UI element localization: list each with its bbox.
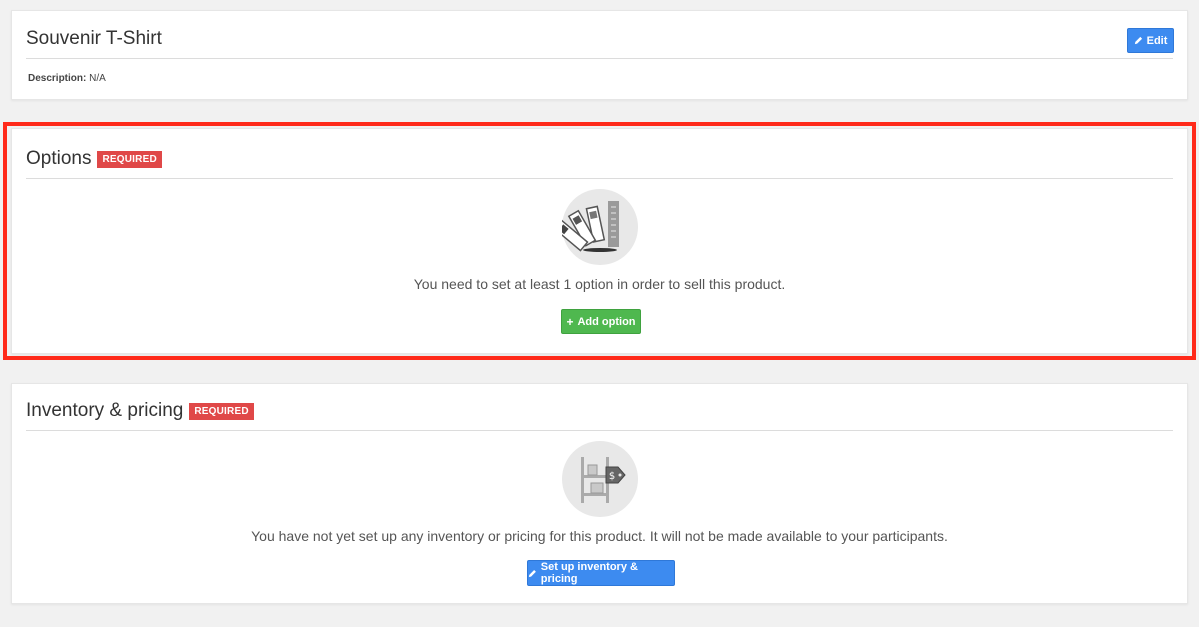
shelf-price-tag-icon: $	[561, 441, 638, 517]
setup-inventory-button[interactable]: Set up inventory & pricing	[527, 560, 675, 586]
svg-text:$: $	[608, 471, 614, 482]
color-swatches-icon	[552, 189, 638, 265]
inventory-title-row: Inventory & pricing REQUIRED	[26, 400, 254, 422]
options-title: Options	[26, 148, 92, 169]
plus-icon: +	[566, 314, 574, 329]
options-title-row: Options REQUIRED	[26, 148, 162, 170]
product-card: Souvenir T-Shirt Edit Description: N/A	[11, 10, 1188, 100]
edit-button-label: Edit	[1146, 34, 1168, 47]
required-badge: REQUIRED	[97, 150, 162, 168]
divider	[26, 178, 1173, 179]
product-title: Souvenir T-Shirt	[26, 28, 162, 49]
setup-inventory-label: Set up inventory & pricing	[540, 561, 638, 585]
divider	[26, 430, 1173, 431]
inventory-card: Inventory & pricing REQUIRED $ You have …	[11, 383, 1188, 604]
pencil-icon	[1134, 36, 1142, 45]
options-card: Options REQUIRED You need to set at leas…	[11, 128, 1188, 354]
add-option-button[interactable]: + Add option	[561, 309, 641, 334]
pencil-icon	[528, 569, 536, 577]
inventory-title: Inventory & pricing	[26, 400, 184, 421]
edit-button[interactable]: Edit	[1127, 28, 1174, 53]
description-value: N/A	[89, 73, 106, 84]
description-label: Description:	[28, 73, 87, 84]
divider	[26, 58, 1173, 59]
product-description: Description: N/A	[28, 73, 106, 84]
add-option-label: Add option	[577, 315, 636, 328]
options-empty-message: You need to set at least 1 option in ord…	[413, 276, 786, 292]
inventory-empty-message: You have not yet set up any inventory or…	[251, 528, 948, 544]
required-badge: REQUIRED	[189, 402, 254, 420]
